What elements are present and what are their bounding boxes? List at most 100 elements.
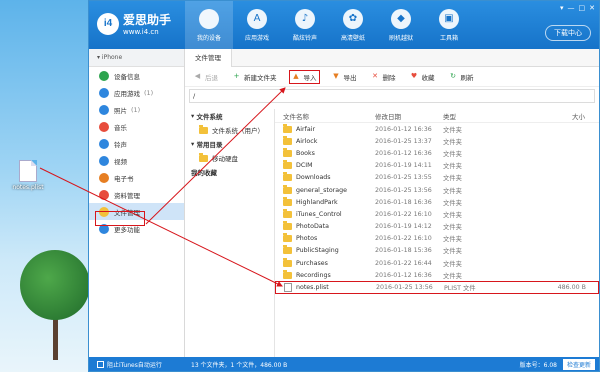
tab-file-manager[interactable]: 文件管理 [185, 49, 232, 67]
file-name: Airlock [296, 137, 318, 145]
check-update-button[interactable]: 检查更新 [562, 358, 595, 370]
file-type: 文件夹 [443, 224, 462, 232]
download-center-button[interactable]: 下载中心 [545, 25, 591, 41]
file-row-notes-plist[interactable]: notes.plist 2016-01-25 13:56 PLIST 文件 486.0… [275, 281, 599, 294]
nav-wallpapers[interactable]: ✿ 高清壁纸 [329, 1, 377, 49]
folder-row[interactable]: Downloads 2016-01-25 13:55 文件夹 [275, 172, 599, 184]
nav-toolbox[interactable]: ▣ 工具箱 [425, 1, 473, 49]
close-icon[interactable]: ✕ [589, 4, 595, 12]
sidebar-item-2[interactable]: 照片 (1) [89, 101, 184, 118]
file-date: 2016-01-18 16:36 [375, 198, 432, 206]
file-type: 文件夹 [443, 126, 462, 134]
sidebar-item-label: 应用游戏 [114, 89, 140, 98]
folder-row[interactable]: Books 2016-01-12 16:36 文件夹 [275, 147, 599, 159]
folder-row[interactable]: DCIM 2016-01-19 14:11 文件夹 [275, 160, 599, 172]
folder-icon [283, 123, 292, 133]
file-type: PLIST 文件 [444, 285, 476, 293]
path-input[interactable]: / [189, 89, 595, 103]
highlight-file-manager [95, 211, 145, 226]
sidebar-item-7[interactable]: 资料管理 [89, 186, 184, 203]
sidebar-item-6[interactable]: 电子书 [89, 169, 184, 186]
file-name: DCIM [296, 162, 313, 170]
sidebar-item-5[interactable]: 视频 [89, 152, 184, 169]
menu-icon[interactable]: ▾ [560, 4, 564, 12]
status-bar: 阻止iTunes自动运行 13 个文件夹，1 个文件，486.00 B 版本号：… [89, 357, 599, 371]
nav-flash-jailbreak[interactable]: ◆ 刷机越狱 [377, 1, 425, 49]
nav-my-device[interactable]: 我的设备 [185, 1, 233, 49]
desktop-file[interactable]: notes.plist [10, 160, 46, 191]
folder-icon [283, 221, 292, 231]
folder-icon [283, 208, 292, 218]
file-name: PublicStaging [296, 247, 339, 255]
file-type: 文件夹 [443, 150, 462, 158]
apple-icon [199, 9, 219, 29]
file-date: 2016-01-12 16:36 [375, 271, 432, 279]
sidebar-item-label: 设备信息 [114, 72, 140, 81]
sidebar-item-1[interactable]: 应用游戏 (1) [89, 84, 184, 101]
col-date-header[interactable]: 修改日期 [375, 111, 443, 121]
folder-row[interactable]: HighlandPark 2016-01-18 16:36 文件夹 [275, 196, 599, 208]
file-date: 2016-01-22 16:10 [375, 210, 432, 218]
file-name: PhotoData [296, 223, 329, 231]
delete-icon: ✕ [372, 72, 378, 80]
folder-row[interactable]: Photos 2016-01-22 16:10 文件夹 [275, 233, 599, 245]
file-type: 文件夹 [443, 211, 462, 219]
file-name: Airfair [296, 125, 316, 133]
music-icon [99, 121, 109, 132]
refresh-button[interactable]: ↻ 刷新 [447, 70, 476, 84]
delete-button[interactable]: ✕ 删除 [369, 70, 398, 84]
sidebar-item-4[interactable]: 铃声 [89, 135, 184, 152]
folder-row[interactable]: PublicStaging 2016-01-18 15:36 文件夹 [275, 245, 599, 257]
folder-icon [283, 257, 292, 267]
photo-icon [99, 104, 109, 115]
folder-row[interactable]: Airfair 2016-01-12 16:36 文件夹 [275, 123, 599, 135]
file-type: 文件夹 [443, 187, 462, 195]
file-name: Photos [296, 235, 318, 243]
file-date: 2016-01-12 16:36 [375, 125, 432, 133]
col-type-header[interactable]: 类型 [443, 111, 529, 121]
nav-ringtones[interactable]: ♪ 酷炫铃声 [281, 1, 329, 49]
file-name: Books [296, 149, 315, 157]
tree-favorites[interactable]: 我的收藏 [185, 165, 274, 179]
new-folder-button[interactable]: + 新建文件夹 [230, 70, 279, 84]
window-controls: ▾ — □ ✕ [560, 4, 595, 12]
maximize-icon[interactable]: □ [579, 4, 586, 12]
export-button[interactable]: ▼ 导出 [330, 70, 359, 84]
folder-row[interactable]: Recordings 2016-01-12 16:36 文件夹 [275, 269, 599, 281]
folder-icon [199, 124, 208, 134]
folder-row[interactable]: iTunes_Control 2016-01-22 16:10 文件夹 [275, 208, 599, 220]
sidebar-item-count: (1) [144, 88, 154, 97]
file-name: Recordings [296, 271, 331, 279]
sidebar-item-3[interactable]: 音乐 [89, 118, 184, 135]
checkbox[interactable] [97, 360, 104, 368]
heart-button[interactable]: ♥ 收藏 [408, 70, 437, 84]
file-name: notes.plist [296, 284, 329, 292]
sidebar: ▾ iPhone 设备信息 应用游戏 (1) 照片 (1) 音乐 铃声 视频 电子书 资料管理 文件… [89, 49, 185, 357]
sidebar-item-0[interactable]: 设备信息 [89, 67, 184, 84]
main-panel: 文件管理 ◀ 后退 + 新建文件夹 ▲ 导入 ▼ 导出 ✕ 删除 ♥ 收藏 ↻ 刷新 / ▾ 文件系统 文… [185, 49, 599, 357]
tree-file-system-user[interactable]: 文件系统（用户） [185, 123, 274, 137]
folder-icon [283, 245, 292, 255]
back-button[interactable]: ◀ 后退 [191, 70, 220, 84]
folder-row[interactable]: Airlock 2016-01-25 13:37 文件夹 [275, 135, 599, 147]
col-name-header[interactable]: 文件名称 [275, 111, 375, 121]
folder-row[interactable]: general_storage 2016-01-25 13:56 文件夹 [275, 184, 599, 196]
tree-file-system[interactable]: ▾ 文件系统 [185, 109, 274, 123]
directory-tree: ▾ 文件系统 文件系统（用户） ▾ 常用目录 移动硬盘 我的收藏 [185, 109, 275, 357]
device-header[interactable]: ▾ iPhone [89, 49, 184, 67]
minimize-icon[interactable]: — [568, 4, 575, 12]
tree-common-dirs[interactable]: ▾ 常用目录 [185, 137, 274, 151]
new-folder-icon: + [233, 72, 240, 80]
heart-icon: ♥ [410, 72, 418, 80]
top-bar: i4 爱思助手 www.i4.cn 我的设备 A 应用游戏 ♪ 酷炫铃声 ✿ 高清壁纸… [89, 1, 599, 49]
file-list-header: 文件名称 修改日期 类型 大小 [275, 109, 599, 123]
folder-row[interactable]: Purchases 2016-01-22 16:44 文件夹 [275, 257, 599, 269]
status-summary: 13 个文件夹，1 个文件，486.00 B [191, 361, 288, 369]
col-size-header[interactable]: 大小 [529, 111, 589, 121]
tree-removable-disk[interactable]: 移动硬盘 [185, 151, 274, 165]
import-button[interactable]: ▲ 导入 [288, 69, 320, 84]
block-itunes-toggle[interactable]: 阻止iTunes自动运行 [89, 360, 185, 369]
logo-icon: i4 [97, 12, 119, 35]
nav-apps[interactable]: A 应用游戏 [233, 1, 281, 49]
folder-row[interactable]: PhotoData 2016-01-19 14:12 文件夹 [275, 221, 599, 233]
